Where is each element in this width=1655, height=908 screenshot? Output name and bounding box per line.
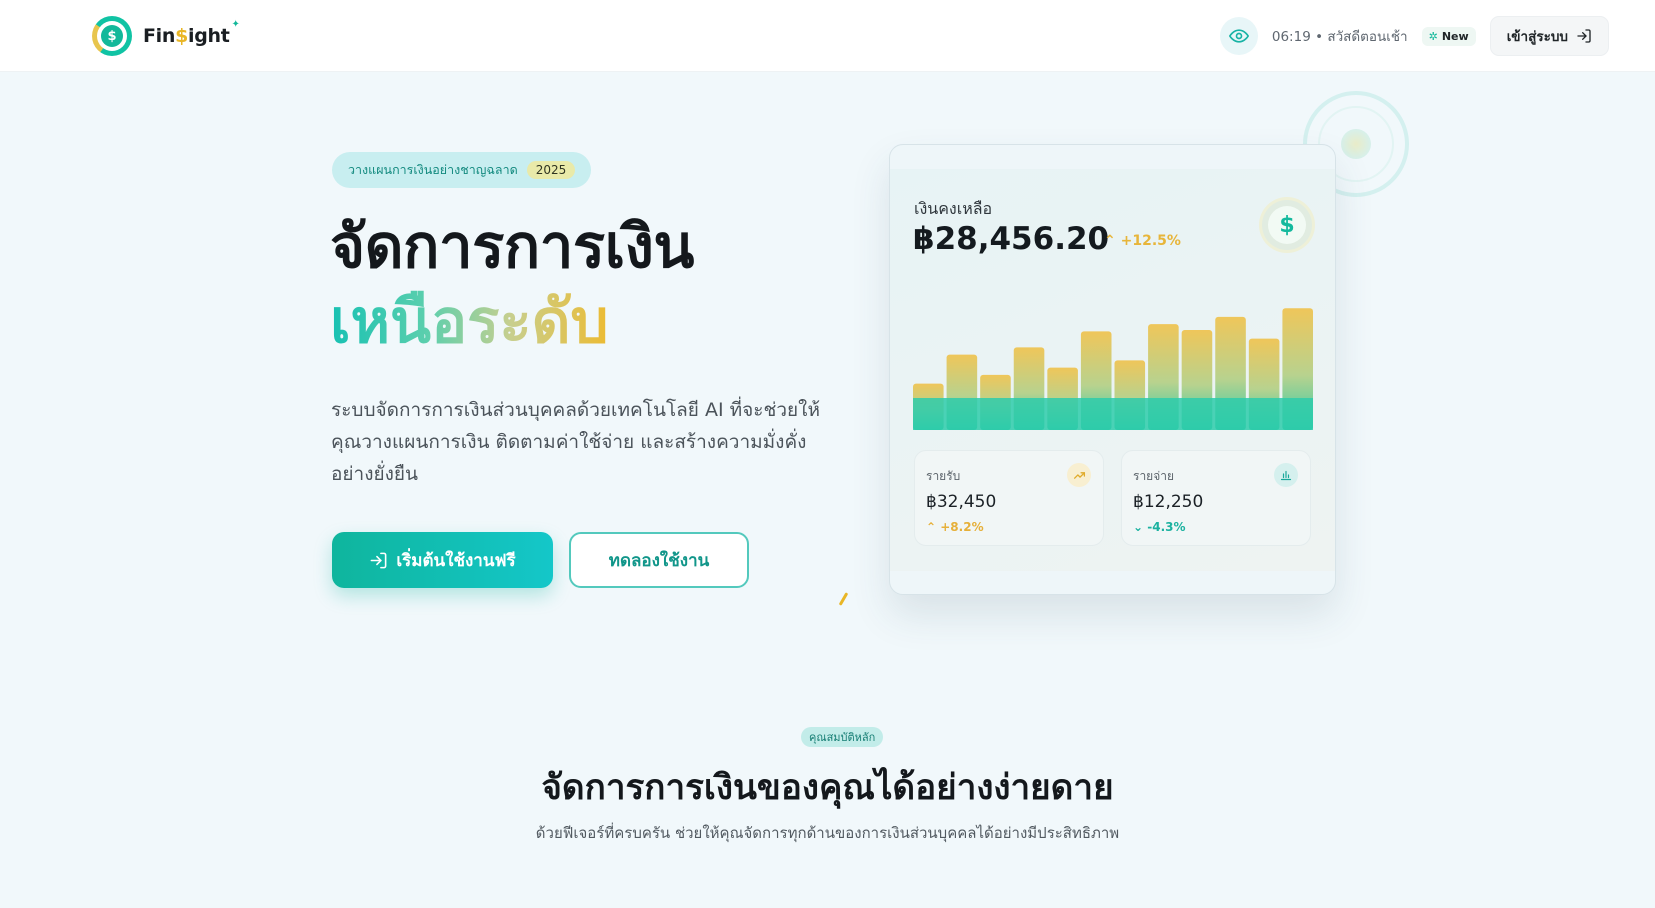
balance-value: ฿28,456.20 — [913, 221, 1110, 257]
hero-title-highlight: เหนือระดับ — [330, 287, 609, 357]
hero-tag-pill: วางแผนการเงินอย่างชาญฉลาด 2025 — [332, 152, 592, 188]
logo-text-suffix: ight — [188, 25, 230, 47]
eye-icon — [1228, 29, 1249, 43]
new-badge[interactable]: ✲ New — [1421, 26, 1476, 46]
login-button[interactable]: เข้าสู่ระบบ — [1489, 16, 1609, 56]
start-free-button[interactable]: เริ่มต้นใช้งานฟรี — [332, 532, 553, 588]
features-tag: คุณสมบัติหลัก — [801, 727, 884, 747]
top-navbar: $ Fin$ight ✦ 06:19 • สวัสดีตอนเช้า ✲ New… — [0, 0, 1655, 72]
chevron-up-icon: ⌃ — [1104, 233, 1116, 249]
balance-change: ⌃ +12.5% — [1104, 233, 1181, 249]
balance-label: เงินคงเหลือ — [914, 199, 993, 218]
expense-stat-card[interactable]: รายจ่าย ฿12,250 ⌄ -4.3% — [1121, 450, 1311, 546]
login-arrow-icon — [370, 552, 387, 568]
expense-change-value: -4.3% — [1147, 520, 1186, 534]
decorative-dash — [838, 592, 849, 606]
income-stat-card[interactable]: รายรับ ฿32,450 ⌃ +8.2% — [914, 450, 1104, 546]
header-actions: 06:19 • สวัสดีตอนเช้า ✲ New เข้าสู่ระบบ — [1219, 16, 1609, 56]
logo-text-accent: $ — [175, 25, 189, 47]
trending-up-icon — [1067, 463, 1091, 487]
chart-baseline-band — [913, 398, 1313, 430]
income-change-value: +8.2% — [940, 520, 984, 534]
balance-bar-chart — [913, 308, 1313, 430]
features-title: จัดการการเงินของคุณได้อย่างง่ายดาย — [541, 768, 1114, 808]
try-demo-label: ทดลองใช้งาน — [608, 550, 710, 571]
visibility-toggle-button[interactable] — [1219, 17, 1258, 55]
hero-tag-year: 2025 — [526, 161, 576, 179]
login-button-label: เข้าสู่ระบบ — [1506, 29, 1568, 45]
balance-change-value: +12.5% — [1120, 233, 1181, 249]
logo[interactable]: $ Fin$ight ✦ — [92, 16, 240, 56]
sparkle-icon: ✲ — [1428, 29, 1438, 43]
sparkle-icon: ✦ — [231, 19, 240, 30]
features-subtitle: ด้วยฟีเจอร์ที่ครบครัน ช่วยให้คุณจัดการทุ… — [535, 824, 1120, 842]
expense-label: รายจ่าย — [1133, 469, 1175, 483]
expense-value: ฿12,250 — [1133, 492, 1204, 512]
income-label: รายรับ — [926, 469, 961, 483]
login-arrow-icon — [1577, 29, 1591, 43]
income-change: ⌃ +8.2% — [926, 520, 984, 534]
logo-coin-icon: $ — [92, 16, 132, 56]
start-free-label: เริ่มต้นใช้งานฟรี — [396, 550, 516, 571]
logo-text: Fin$ight ✦ — [143, 19, 240, 47]
time-greeting: 06:19 • สวัสดีตอนเช้า — [1271, 29, 1408, 45]
expense-change: ⌄ -4.3% — [1133, 520, 1186, 534]
dollar-icon: $ — [1268, 206, 1306, 244]
bar-chart-icon — [1274, 463, 1298, 487]
dashboard-preview-card: เงินคงเหลือ ฿28,456.20 ⌃ +12.5% $ รายรับ… — [889, 144, 1336, 595]
chevron-down-icon: ⌄ — [1133, 520, 1144, 534]
hero-description: ระบบจัดการการเงินส่วนบุคคลด้วยเทคโนโลยี … — [331, 399, 820, 485]
decorative-dot — [1341, 129, 1371, 159]
logo-text-prefix: Fin — [143, 25, 176, 47]
chevron-up-icon: ⌃ — [926, 520, 937, 534]
hero-title: จัดการการเงิน — [330, 212, 694, 282]
dollar-badge: $ — [1262, 200, 1312, 250]
income-value: ฿32,450 — [926, 492, 997, 512]
try-demo-button[interactable]: ทดลองใช้งาน — [569, 532, 749, 588]
new-badge-label: New — [1441, 29, 1469, 43]
hero-tag-text: วางแผนการเงินอย่างชาญฉลาด — [348, 162, 518, 177]
